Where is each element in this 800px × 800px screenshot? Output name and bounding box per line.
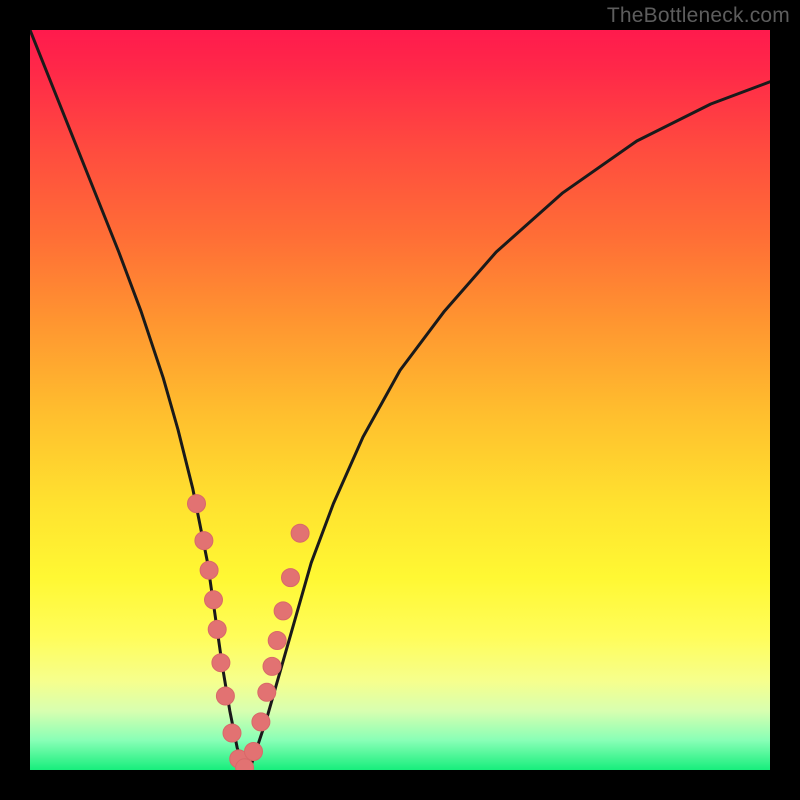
sample-dot [263, 657, 281, 675]
sample-dot [245, 743, 263, 761]
watermark-text: TheBottleneck.com [607, 4, 790, 28]
chart-frame: TheBottleneck.com [0, 0, 800, 800]
sample-dot [205, 591, 223, 609]
sample-dot [223, 724, 241, 742]
curve-layer [30, 30, 770, 770]
sample-dot [274, 602, 292, 620]
sample-dot [216, 687, 234, 705]
plot-area [30, 30, 770, 770]
sample-dot [291, 524, 309, 542]
sample-dot [200, 561, 218, 579]
sample-dot [268, 632, 286, 650]
sample-dot [195, 532, 213, 550]
bottleneck-curve [30, 30, 770, 770]
sample-dot [282, 569, 300, 587]
sample-dot [252, 713, 270, 731]
sample-dot [258, 683, 276, 701]
sample-dot [188, 495, 206, 513]
sample-dot [208, 620, 226, 638]
sample-dot [212, 654, 230, 672]
